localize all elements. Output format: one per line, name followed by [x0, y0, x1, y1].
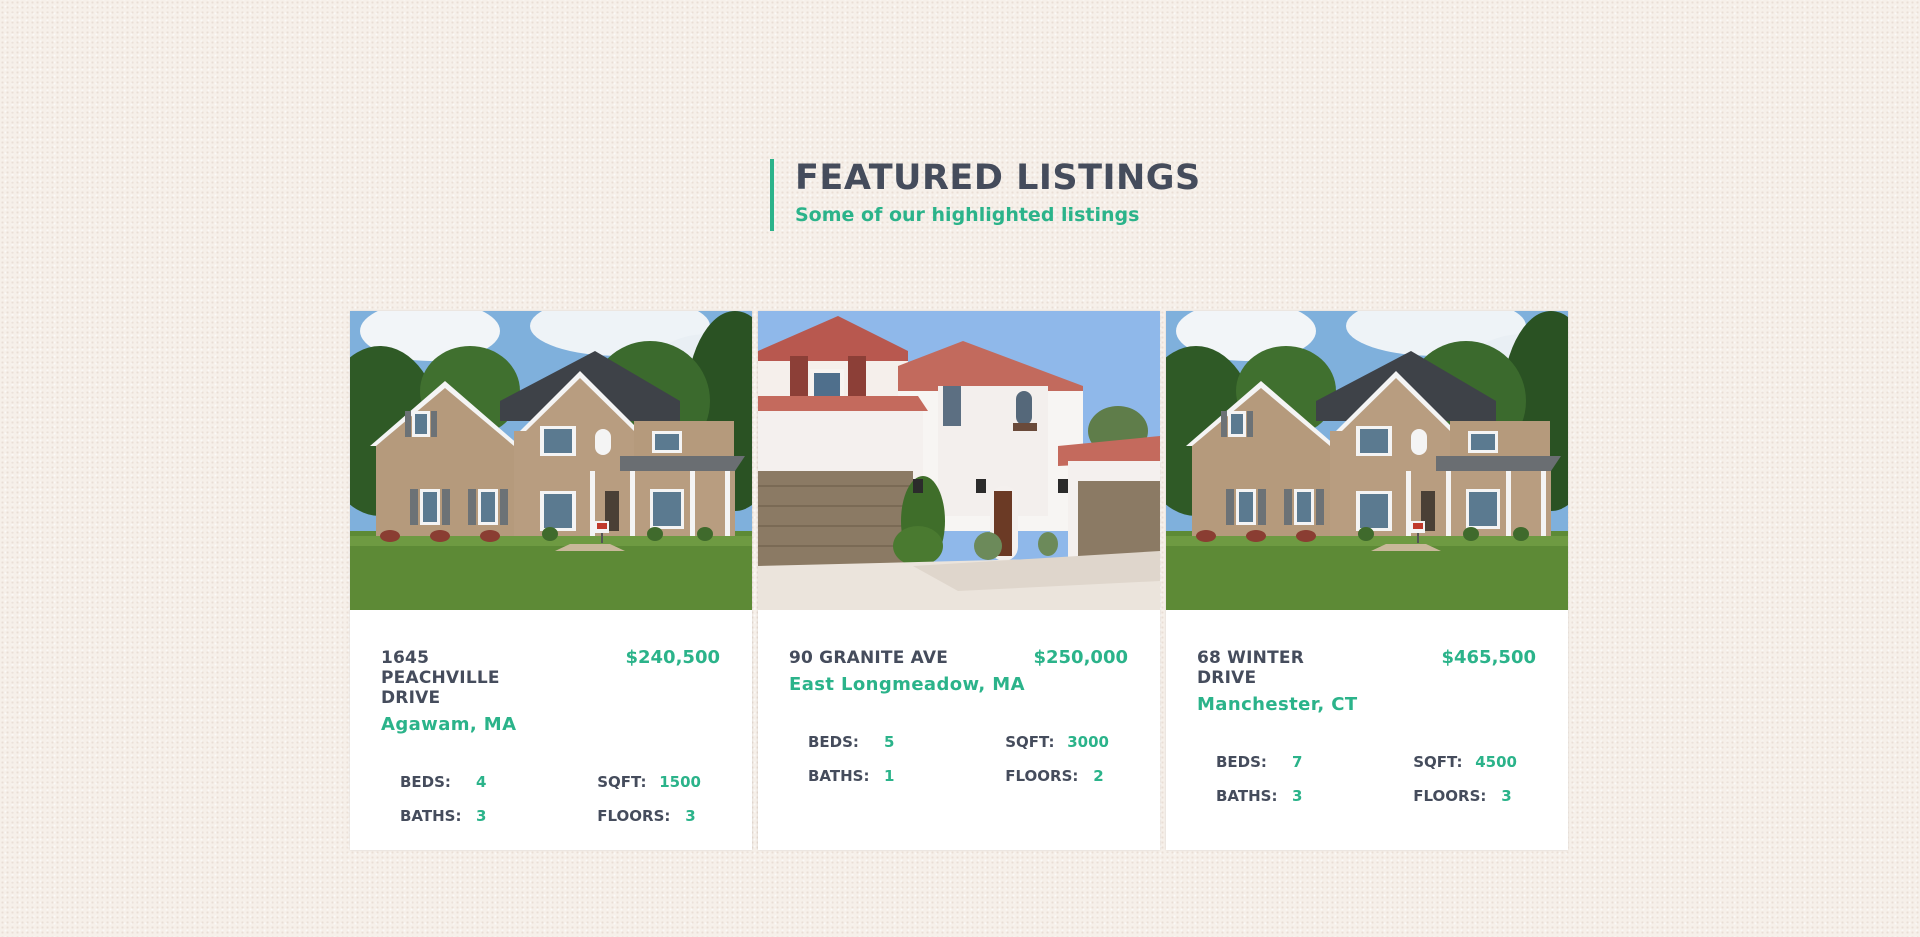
- stat-baths: BATHS: 1: [808, 766, 939, 786]
- listing-card[interactable]: 68 WINTER DRIVE $465,500 Manchester, CT …: [1166, 311, 1568, 850]
- stat-label: FLOORS:: [1005, 767, 1079, 785]
- stat-beds: BEDS: 7: [1216, 752, 1347, 772]
- stat-label: SQFT:: [1413, 753, 1463, 771]
- listing-address[interactable]: 90 GRANITE AVE: [789, 648, 959, 668]
- section-header: FEATURED LISTINGS Some of our highlighte…: [770, 159, 1201, 231]
- stat-label: BEDS:: [1216, 753, 1267, 771]
- stat-label: BATHS:: [400, 807, 462, 825]
- listing-city: Manchester, CT: [1197, 694, 1358, 715]
- stat-sqft: SQFT: 4500: [1347, 752, 1517, 772]
- listing-photo-brick-house[interactable]: [350, 311, 752, 610]
- stat-value: 1500: [659, 773, 701, 791]
- stat-sqft: SQFT: 3000: [939, 732, 1109, 752]
- listing-stats: BEDS: 4 SQFT: 1500 BATHS: 3 FLOORS: 3: [381, 772, 720, 826]
- stat-beds: BEDS: 5: [808, 732, 939, 752]
- listing-info: 1645 PEACHVILLE DRIVE $240,500 Agawam, M…: [350, 610, 752, 826]
- stat-baths: BATHS: 3: [1216, 786, 1347, 806]
- stat-label: BATHS:: [808, 767, 870, 785]
- listing-price: $465,500: [1441, 647, 1536, 668]
- stat-label: SQFT:: [597, 773, 647, 791]
- section-title: FEATURED LISTINGS: [795, 158, 1201, 198]
- stat-floors: FLOORS: 3: [531, 806, 701, 826]
- stat-value: 1: [884, 767, 895, 785]
- listing-stats: BEDS: 7 SQFT: 4500 BATHS: 3 FLOORS: 3: [1197, 752, 1536, 806]
- stat-floors: FLOORS: 2: [939, 766, 1109, 786]
- listing-card[interactable]: 1645 PEACHVILLE DRIVE $240,500 Agawam, M…: [350, 311, 752, 850]
- stat-value: 2: [1093, 767, 1104, 785]
- stat-value: 3: [685, 807, 696, 825]
- stat-value: 4500: [1475, 753, 1517, 771]
- section-subtitle: Some of our highlighted listings: [795, 204, 1140, 226]
- stat-value: 5: [884, 733, 895, 751]
- stat-value: 4: [476, 773, 487, 791]
- stat-value: 3: [476, 807, 487, 825]
- stat-baths: BATHS: 3: [400, 806, 531, 826]
- listing-city: East Longmeadow, MA: [789, 674, 1025, 695]
- listing-city: Agawam, MA: [381, 714, 517, 735]
- stat-floors: FLOORS: 3: [1347, 786, 1517, 806]
- listing-price: $240,500: [625, 647, 720, 668]
- listing-info: 68 WINTER DRIVE $465,500 Manchester, CT …: [1166, 610, 1568, 806]
- stat-value: 3: [1292, 787, 1303, 805]
- stat-label: BEDS:: [808, 733, 859, 751]
- listing-info: 90 GRANITE AVE $250,000 East Longmeadow,…: [758, 610, 1160, 786]
- stat-label: BATHS:: [1216, 787, 1278, 805]
- stat-value: 7: [1292, 753, 1303, 771]
- stat-label: FLOORS:: [597, 807, 671, 825]
- stat-label: BEDS:: [400, 773, 451, 791]
- stat-beds: BEDS: 4: [400, 772, 531, 792]
- stat-value: 3000: [1067, 733, 1109, 751]
- listing-address[interactable]: 68 WINTER DRIVE: [1197, 648, 1367, 688]
- stat-label: FLOORS:: [1413, 787, 1487, 805]
- stat-sqft: SQFT: 1500: [531, 772, 701, 792]
- listing-photo-brick-house[interactable]: [1166, 311, 1568, 610]
- stat-label: SQFT:: [1005, 733, 1055, 751]
- listing-price: $250,000: [1033, 647, 1128, 668]
- listing-card[interactable]: 90 GRANITE AVE $250,000 East Longmeadow,…: [758, 311, 1160, 850]
- stat-value: 3: [1501, 787, 1512, 805]
- listing-address[interactable]: 1645 PEACHVILLE DRIVE: [381, 648, 551, 708]
- listing-photo-stucco-house[interactable]: [758, 311, 1160, 610]
- listings-grid: 1645 PEACHVILLE DRIVE $240,500 Agawam, M…: [350, 311, 1568, 850]
- listing-stats: BEDS: 5 SQFT: 3000 BATHS: 1 FLOORS: 2: [789, 732, 1128, 786]
